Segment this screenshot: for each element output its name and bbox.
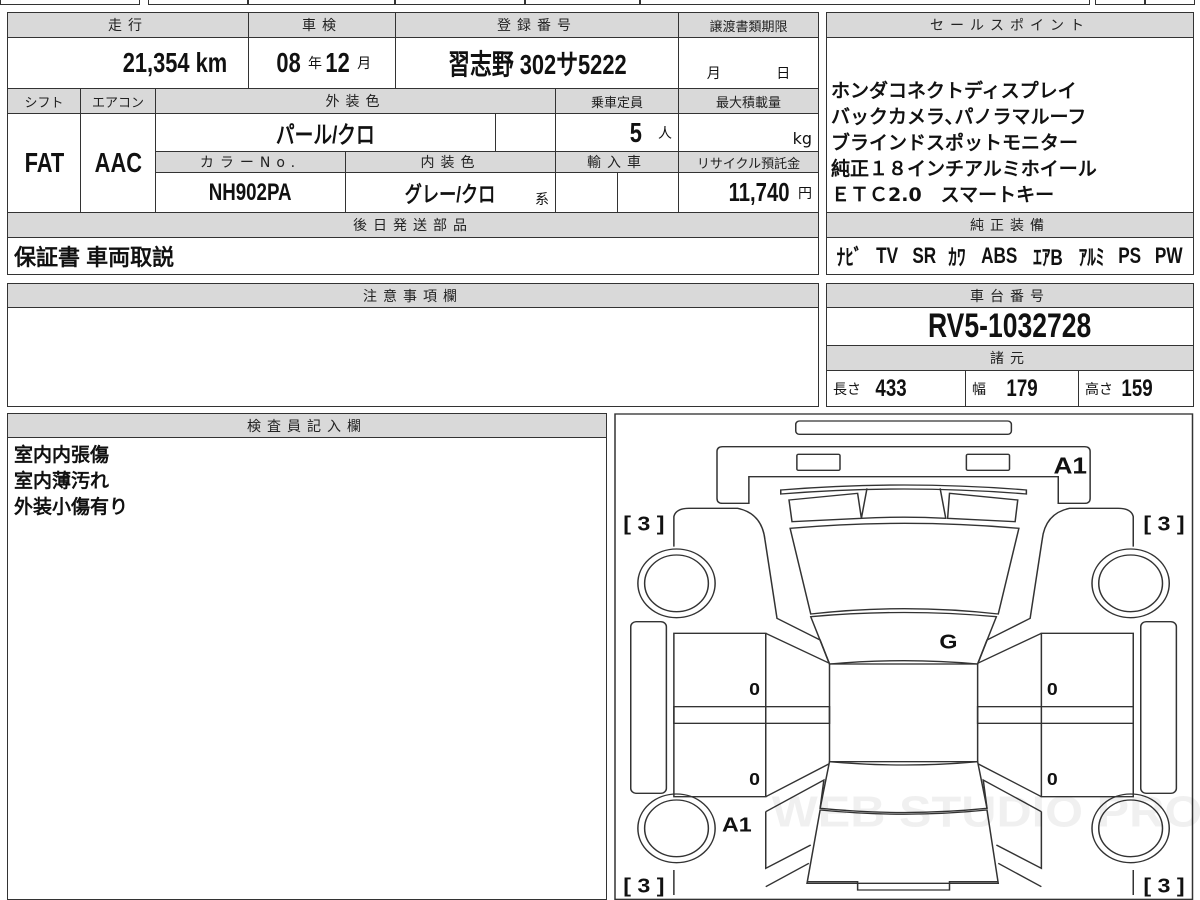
tire-tread-rr: [ 3 ] xyxy=(1143,874,1184,897)
import-value-2 xyxy=(617,172,679,213)
max-load-value: kg xyxy=(678,113,819,152)
recycle-label: リサイクル預託金 xyxy=(678,151,819,173)
tire-tread-rl: [ 3 ] xyxy=(623,874,664,897)
top-cropped-cell xyxy=(1145,0,1195,5)
aircon-label: エアコン xyxy=(80,88,156,114)
top-cropped-cell xyxy=(0,0,140,5)
shift-label: シフト xyxy=(7,88,81,114)
top-cropped-cell xyxy=(248,0,395,5)
car-damage-diagram: WEB STUDIO PRO [ 3 ] [ 3 ] [ 3 ] [ 3 ] A… xyxy=(614,413,1200,900)
recycle-value: 11,740 円 xyxy=(678,172,819,213)
equipment-item: ｱﾙﾐ xyxy=(1078,245,1104,270)
spec-width: 幅 179 xyxy=(965,370,1079,407)
parts-value: 保証書 車両取説 xyxy=(7,237,819,275)
exterior-color-extra xyxy=(495,113,556,152)
equipment-item: SR xyxy=(912,243,936,268)
sales-point-line: ＥＴＣ2.0 スマートキー xyxy=(831,184,1055,206)
exterior-color-label: 外装色 xyxy=(155,88,556,114)
equipment-item: ABS xyxy=(980,243,1018,268)
equipment-item: PW xyxy=(1155,243,1183,268)
aircon-value: AAC xyxy=(80,113,156,213)
color-no-value: NH902PA xyxy=(155,172,346,213)
inspector-line: 室内内張傷 xyxy=(14,444,110,466)
import-label: 輸入車 xyxy=(555,151,679,173)
spec-height: 高さ 159 xyxy=(1078,370,1194,407)
exterior-color-value: パール/クロ xyxy=(155,113,496,152)
inspector-line: 外装小傷有り xyxy=(14,496,129,518)
right-side xyxy=(976,507,1178,895)
tire-tread-fl: [ 3 ] xyxy=(623,512,664,535)
registration-label: 登録番号 xyxy=(395,12,679,38)
capacity-label: 乗車定員 xyxy=(555,88,679,114)
hood-panel xyxy=(860,488,947,520)
notes-body xyxy=(7,307,819,407)
mileage-label: 走行 xyxy=(7,12,249,38)
specs-label: 諸元 xyxy=(826,345,1194,371)
capacity-value: 5人 xyxy=(555,113,679,152)
shift-value: FAT xyxy=(7,113,81,213)
sales-point-line: 純正１８インチアルミホイール xyxy=(831,158,1097,180)
tire-tread-fr: [ 3 ] xyxy=(1143,512,1184,535)
equipment-item: PS xyxy=(1118,243,1141,268)
fog-lamp-right xyxy=(965,453,1011,471)
color-no-label: カラーNo. xyxy=(155,151,346,173)
import-value-1 xyxy=(555,172,618,213)
equipment-list: ﾅﾋﾞ TV SR ｶﾜ ABS ｴｱB ｱﾙﾐ PS PW xyxy=(826,237,1194,275)
max-load-label: 最大積載量 xyxy=(678,88,819,114)
equipment-item: ﾅﾋﾞ xyxy=(836,245,863,270)
inspector-label: 検査員記入欄 xyxy=(7,413,607,438)
front-bumper xyxy=(795,420,1013,435)
equipment-item: ｴｱB xyxy=(1033,245,1064,270)
top-cropped-cell xyxy=(1095,0,1145,5)
inspector-body: 室内内張傷 室内薄汚れ 外装小傷有り xyxy=(7,437,607,900)
inspection-value: 08 年 12 月 xyxy=(248,37,396,89)
sales-points-label: セールスポイント xyxy=(826,12,1194,38)
spec-length: 長さ 433 xyxy=(826,370,966,407)
damage-mark-roof: G xyxy=(939,630,957,653)
sales-point-line: バックカメラ､パノラマルーフ xyxy=(831,106,1087,128)
windshield xyxy=(789,522,1020,615)
hood-outline xyxy=(716,446,1091,504)
damage-mark-front-right: A1 xyxy=(1053,454,1087,479)
inspection-label: 車検 xyxy=(248,12,396,38)
roof-center xyxy=(828,663,979,763)
top-cropped-cell xyxy=(640,0,1090,5)
headlight-left xyxy=(788,492,863,523)
watermark: WEB STUDIO PRO xyxy=(772,787,1200,836)
parts-label: 後日発送部品 xyxy=(7,212,819,238)
fog-lamp-left xyxy=(796,453,841,471)
top-cropped-cell xyxy=(148,0,248,5)
top-cropped-cell xyxy=(395,0,525,5)
sales-points-body: ホンダコネクトディスプレイ バックカメラ､パノラマルーフ ブラインドスポットモニ… xyxy=(826,37,1194,213)
interior-color-value: グレー/クロ系 xyxy=(345,172,556,213)
roof-front xyxy=(809,611,998,665)
damage-mark-rear-left: A1 xyxy=(722,813,752,836)
transfer-value: 月日 xyxy=(678,37,819,89)
transfer-label: 譲渡書類期限 xyxy=(678,12,819,38)
sales-point-line: ホンダコネクトディスプレイ xyxy=(831,80,1077,102)
door-mark-rl: 0 xyxy=(749,769,760,789)
top-cropped-cell xyxy=(525,0,640,5)
door-mark-fr: 0 xyxy=(1047,679,1058,699)
chassis-value: RV5-1032728 xyxy=(826,307,1194,346)
registration-value: 習志野 302サ5222 xyxy=(395,37,679,89)
sales-point-line: ブラインドスポットモニター xyxy=(831,132,1079,154)
chassis-label: 車台番号 xyxy=(826,283,1194,308)
door-mark-rr: 0 xyxy=(1047,769,1058,789)
equipment-item: TV xyxy=(876,243,899,268)
interior-color-label: 内装色 xyxy=(345,151,556,173)
headlight-right xyxy=(946,492,1019,523)
door-mark-fl: 0 xyxy=(749,679,760,699)
equipment-label: 純正装備 xyxy=(826,212,1194,238)
notes-label: 注意事項欄 xyxy=(7,283,819,308)
equipment-item: ｶﾜ xyxy=(948,245,967,270)
inspector-line: 室内薄汚れ xyxy=(14,470,110,492)
mileage-value: 21,354 km xyxy=(7,37,249,89)
front-grille xyxy=(780,484,1028,495)
